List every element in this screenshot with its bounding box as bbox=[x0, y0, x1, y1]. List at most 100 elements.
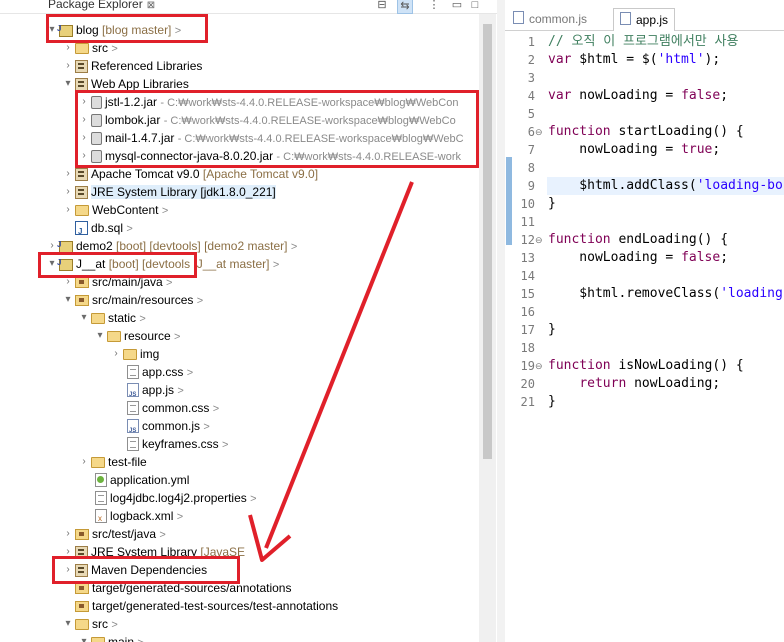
code-line[interactable]: } bbox=[548, 195, 556, 213]
tree-item-img[interactable]: › img bbox=[110, 345, 159, 363]
tree-item-test-file[interactable]: › test-file bbox=[78, 453, 146, 471]
line-number-gutter: 1 2 3 4 5 6 ⊖ 7 8 9 10 11 12 ⊖ 13 14 15 16 17 18 19 ⊖ 20 21 bbox=[505, 32, 547, 642]
code-line[interactable]: function endLoading() { bbox=[548, 231, 728, 249]
collapsed-icon[interactable]: › bbox=[62, 165, 74, 183]
folder-icon bbox=[91, 313, 105, 324]
tab-label: Package Explorer bbox=[48, 0, 143, 11]
panel-separator[interactable] bbox=[497, 0, 505, 642]
code-line[interactable]: } bbox=[548, 393, 556, 411]
expanded-icon[interactable]: ▾ bbox=[94, 327, 106, 345]
collapsed-icon[interactable]: › bbox=[78, 453, 90, 471]
code-line[interactable]: var $html = $('html'); bbox=[548, 51, 720, 69]
line-number: 8 bbox=[527, 161, 535, 175]
tree-item-log4jdbc-properties[interactable]: log4jdbc.log4j2.properties > bbox=[94, 489, 257, 507]
explorer-scrollbar[interactable] bbox=[479, 14, 496, 642]
tree-item-logback-xml[interactable]: logback.xml > bbox=[94, 507, 183, 528]
tree-item-generated-test-sources[interactable]: target/generated-test-sources/test-annot… bbox=[62, 597, 338, 615]
code-editor-panel: common.js app.js 1 2 3 4 5 6 ⊖ 7 8 9 10 11 12 ⊖ 13 14 15… bbox=[505, 0, 784, 642]
sql-file-icon bbox=[75, 221, 88, 241]
tree-item-src-main-resources[interactable]: ▾ src/main/resources > bbox=[62, 291, 203, 309]
tree-item-jat-src[interactable]: ▾ src > bbox=[62, 615, 117, 633]
js-file-icon bbox=[620, 12, 631, 25]
collapsed-icon[interactable]: › bbox=[62, 525, 74, 543]
folder-icon bbox=[75, 619, 89, 630]
collapsed-icon[interactable]: › bbox=[62, 183, 74, 201]
code-line[interactable]: // 오직 이 프로그램에서만 사용 bbox=[548, 33, 738, 51]
library-icon bbox=[75, 168, 88, 181]
line-number: 7 bbox=[527, 143, 535, 157]
tree-item-common-js[interactable]: common.js > bbox=[126, 417, 210, 440]
collapsed-icon[interactable]: › bbox=[62, 201, 74, 219]
annotation-box-maven bbox=[52, 556, 240, 584]
folder-icon bbox=[91, 637, 105, 642]
properties-file-icon bbox=[95, 491, 107, 505]
tree-item-db-sql[interactable]: db.sql > bbox=[62, 219, 133, 241]
view-menu-icon[interactable]: ⋮ bbox=[427, 0, 441, 12]
tree-item-referenced-libraries[interactable]: › Referenced Libraries bbox=[62, 57, 202, 75]
line-number: 6 bbox=[527, 125, 535, 139]
explorer-tab-bar: Package Explorer ⊠ ⊟ ⇆ ⋮ ▭ □ bbox=[0, 0, 497, 14]
code-line[interactable]: $html.addClass('loading-bo bbox=[548, 177, 783, 195]
tree-item-keyframes-css[interactable]: keyframes.css > bbox=[126, 435, 228, 453]
maximize-icon[interactable]: □ bbox=[468, 0, 482, 12]
expanded-icon[interactable]: ▾ bbox=[78, 633, 90, 642]
code-line[interactable]: nowLoading = false; bbox=[548, 249, 728, 267]
tree-item-static[interactable]: ▾ static > bbox=[78, 309, 145, 327]
collapsed-icon[interactable]: › bbox=[110, 345, 122, 363]
line-number: 14 bbox=[520, 269, 535, 283]
tree-item-src-test-java[interactable]: › src/test/java > bbox=[62, 525, 165, 543]
tree-item-jat-main[interactable]: ▾main > bbox=[78, 633, 144, 642]
tree-item-resource[interactable]: ▾ resource > bbox=[94, 327, 180, 345]
source-folder-icon bbox=[75, 529, 89, 540]
tree-item-app-js[interactable]: app.js > bbox=[126, 381, 184, 404]
minimize-icon[interactable]: ▭ bbox=[450, 0, 464, 12]
close-icon[interactable]: ⊠ bbox=[147, 0, 155, 11]
code-line[interactable]: function isNowLoading() { bbox=[548, 357, 744, 375]
tab-app-js[interactable]: app.js bbox=[613, 8, 676, 31]
package-explorer-panel: Package Explorer⊠ ⊟ ⇆ ⋮ ▭ □ ▾blog [blog … bbox=[0, 0, 497, 642]
line-number: 20 bbox=[520, 377, 535, 391]
annotation-box-jars bbox=[75, 90, 479, 168]
collapse-all-icon[interactable]: ⊟ bbox=[375, 0, 389, 12]
code-line[interactable]: var nowLoading = false; bbox=[548, 87, 728, 105]
js-file-icon bbox=[513, 11, 524, 24]
tree-item-jre-system-library[interactable]: › JRE System Library [jdk1.8.0_221] bbox=[62, 183, 276, 201]
code-line[interactable]: } bbox=[548, 321, 556, 339]
expanded-icon[interactable]: ▾ bbox=[62, 75, 74, 93]
expanded-icon[interactable]: ▾ bbox=[62, 615, 74, 633]
code-line[interactable]: return nowLoading; bbox=[548, 375, 720, 393]
line-number: 11 bbox=[520, 215, 535, 229]
expanded-icon[interactable]: ▾ bbox=[62, 291, 74, 309]
scrollbar-thumb[interactable] bbox=[483, 24, 492, 459]
tree-item-app-css[interactable]: app.css > bbox=[126, 363, 193, 381]
line-number: 21 bbox=[520, 395, 535, 409]
code-line[interactable]: nowLoading = true; bbox=[548, 141, 720, 159]
tree-item-common-css[interactable]: common.css > bbox=[126, 399, 219, 417]
folder-icon bbox=[107, 331, 121, 342]
line-number: 15 bbox=[520, 287, 535, 301]
fold-toggle-icon[interactable]: ⊖ bbox=[535, 123, 545, 141]
code-line[interactable]: function startLoading() { bbox=[548, 123, 744, 141]
source-folder-icon bbox=[75, 295, 89, 306]
css-file-icon bbox=[127, 401, 139, 415]
tab-package-explorer[interactable]: Package Explorer ⊠ bbox=[48, 0, 155, 13]
line-number: 2 bbox=[527, 53, 535, 67]
line-number: 12 bbox=[520, 233, 535, 247]
fold-toggle-icon[interactable]: ⊖ bbox=[535, 357, 545, 375]
line-number: 17 bbox=[520, 323, 535, 337]
line-number: 1 bbox=[527, 35, 535, 49]
link-with-editor-icon[interactable]: ⇆ bbox=[397, 0, 413, 14]
source-folder-icon bbox=[75, 277, 89, 288]
folder-icon bbox=[75, 205, 89, 216]
tree-item-application-yml[interactable]: application.yml bbox=[94, 471, 189, 489]
folder-icon bbox=[75, 43, 89, 54]
tab-common-js[interactable]: common.js bbox=[507, 8, 593, 30]
code-line[interactable]: $html.removeClass('loading bbox=[548, 285, 783, 303]
collapsed-icon[interactable]: › bbox=[62, 57, 74, 75]
xml-file-icon bbox=[95, 509, 107, 528]
expanded-icon[interactable]: ▾ bbox=[78, 309, 90, 327]
line-number: 13 bbox=[520, 251, 535, 265]
tree-item-webcontent[interactable]: › WebContent > bbox=[62, 201, 168, 219]
fold-toggle-icon[interactable]: ⊖ bbox=[535, 231, 545, 249]
folder-icon bbox=[123, 349, 137, 360]
